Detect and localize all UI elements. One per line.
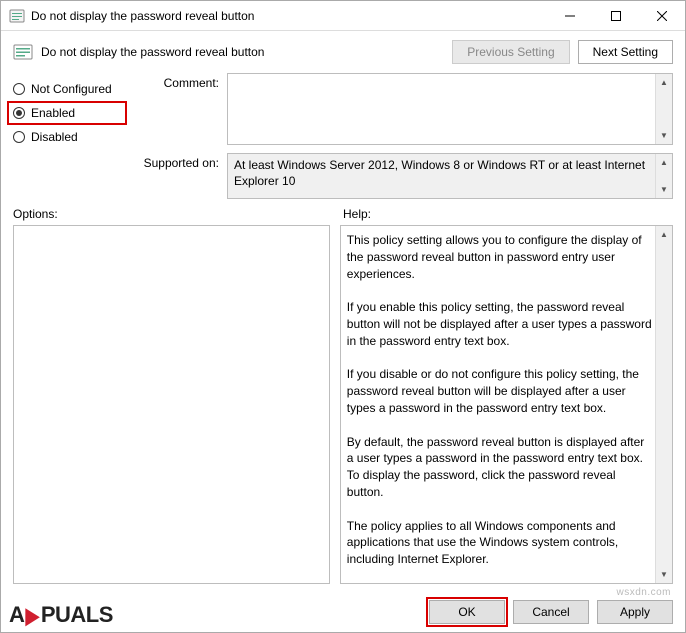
cancel-button[interactable]: Cancel	[513, 600, 589, 624]
radio-disabled[interactable]: Disabled	[13, 125, 123, 149]
ok-button[interactable]: OK	[429, 600, 505, 624]
scroll-down-icon: ▼	[656, 566, 672, 583]
comment-text	[228, 74, 672, 80]
help-box: This policy setting allows you to config…	[340, 225, 673, 584]
state-radio-group: Not Configured Enabled Disabled	[13, 73, 123, 199]
radio-not-configured[interactable]: Not Configured	[13, 77, 123, 101]
radio-icon	[13, 83, 25, 95]
supported-box: At least Windows Server 2012, Windows 8 …	[227, 153, 673, 199]
minimize-button[interactable]	[547, 1, 593, 30]
window-title: Do not display the password reveal butto…	[31, 9, 547, 23]
close-button[interactable]	[639, 1, 685, 30]
titlebar-controls	[547, 1, 685, 30]
comment-input[interactable]: ▲ ▼	[227, 73, 673, 145]
help-text: This policy setting allows you to config…	[341, 226, 672, 574]
scrollbar[interactable]: ▲ ▼	[655, 226, 672, 583]
scroll-up-icon: ▲	[656, 154, 672, 171]
titlebar: Do not display the password reveal butto…	[1, 1, 685, 31]
content-area: Not Configured Enabled Disabled Comment:	[1, 73, 685, 592]
radio-label: Not Configured	[31, 82, 112, 96]
radio-icon	[13, 107, 25, 119]
policy-title: Do not display the password reveal butto…	[41, 45, 452, 59]
previous-setting-button[interactable]: Previous Setting	[452, 40, 569, 64]
footer: OK Cancel Apply	[1, 592, 685, 632]
options-box	[13, 225, 330, 584]
scroll-down-icon: ▼	[656, 127, 672, 144]
window-frame: Do not display the password reveal butto…	[0, 0, 686, 633]
apply-button[interactable]: Apply	[597, 600, 673, 624]
scrollbar[interactable]: ▲ ▼	[655, 154, 672, 198]
header-row: Do not display the password reveal butto…	[1, 31, 685, 73]
next-setting-button[interactable]: Next Setting	[578, 40, 673, 64]
scroll-up-icon: ▲	[656, 226, 672, 243]
options-label: Options:	[13, 207, 343, 221]
maximize-button[interactable]	[593, 1, 639, 30]
radio-label: Enabled	[31, 106, 75, 120]
supported-label: Supported on:	[137, 153, 219, 170]
policy-header-icon	[13, 42, 33, 62]
radio-enabled[interactable]: Enabled	[7, 101, 127, 125]
policy-icon	[9, 8, 25, 24]
comment-label: Comment:	[137, 73, 219, 90]
help-label: Help:	[343, 207, 673, 221]
scroll-down-icon: ▼	[656, 181, 672, 198]
scrollbar[interactable]: ▲ ▼	[655, 74, 672, 144]
supported-text: At least Windows Server 2012, Windows 8 …	[228, 154, 672, 192]
scroll-up-icon: ▲	[656, 74, 672, 91]
radio-label: Disabled	[31, 130, 78, 144]
radio-icon	[13, 131, 25, 143]
